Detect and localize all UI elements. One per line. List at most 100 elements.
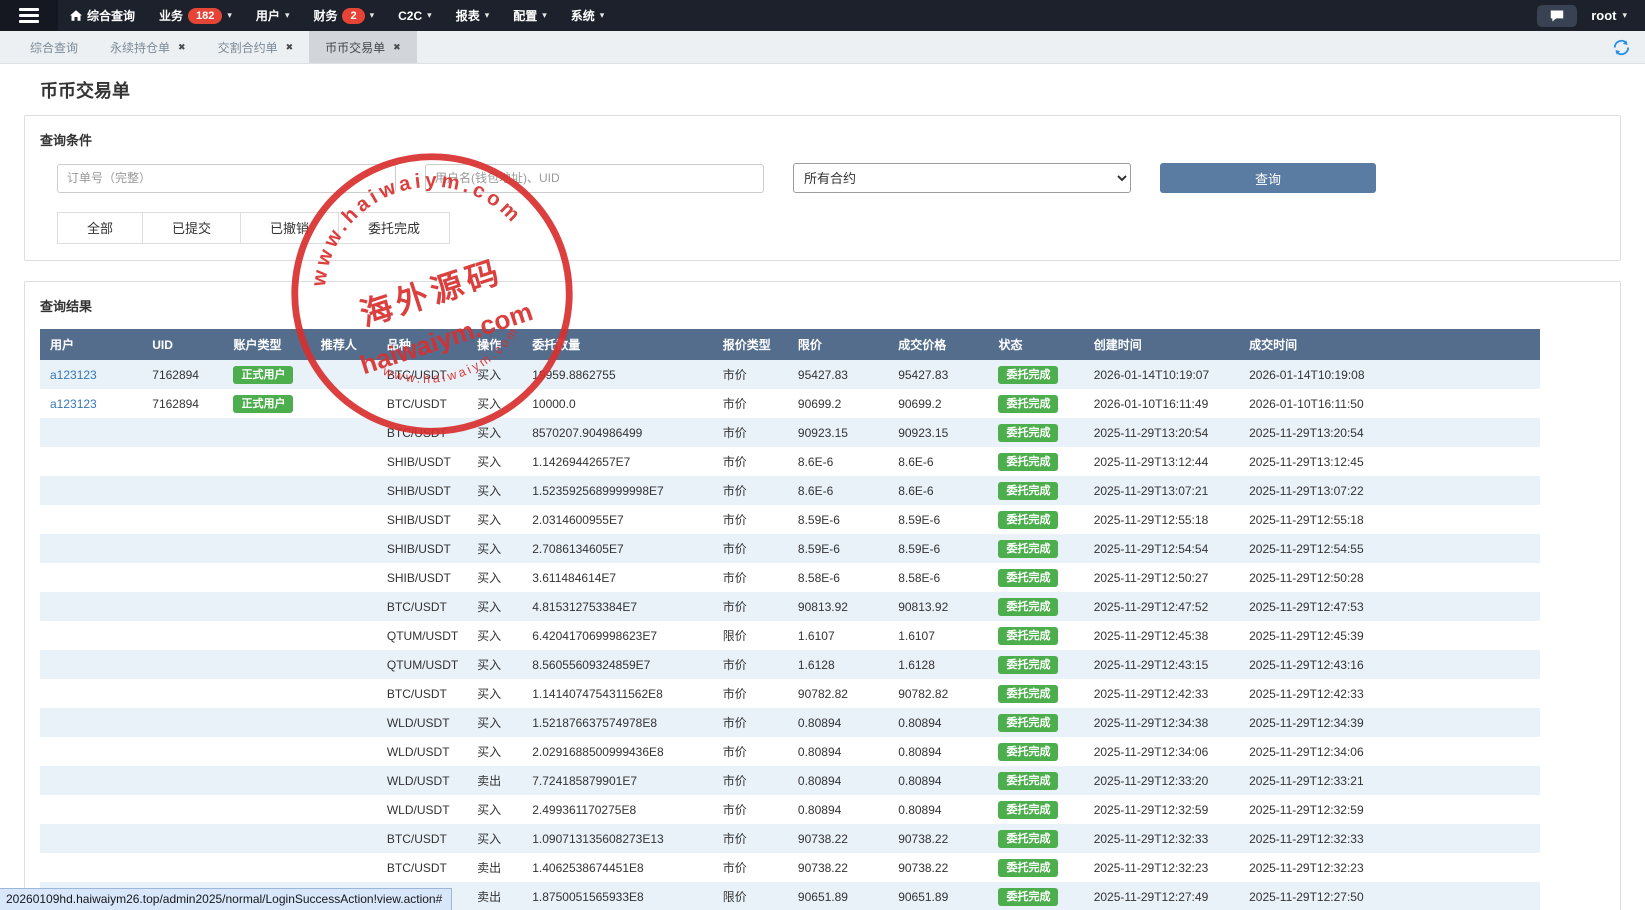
cell-status: 委托完成	[988, 737, 1083, 766]
cell-amount: 7.724185879901E7	[522, 766, 713, 795]
cell-limit-price: 0.80894	[788, 737, 888, 766]
cell-deal-price: 8.6E-6	[888, 476, 988, 505]
search-button[interactable]: 查询	[1160, 163, 1376, 193]
status-filter-tab[interactable]: 全部	[57, 212, 143, 244]
nav-menu-item[interactable]: 财务 2 ▾	[301, 0, 386, 31]
cell-created-time: 2025-11-29T12:32:23	[1084, 853, 1239, 882]
user-menu[interactable]: root ▾	[1591, 8, 1627, 23]
table-row[interactable]: SHIB/USDT 买入 1.14269442657E7 市价 8.6E-6 8…	[40, 447, 1540, 476]
cell-user: a123123	[40, 360, 142, 389]
status-filter-tab[interactable]: 已提交	[143, 212, 241, 244]
cell-status: 委托完成	[988, 389, 1083, 418]
table-row[interactable]: SHIB/USDT 买入 2.0314600955E7 市价 8.59E-6 8…	[40, 505, 1540, 534]
refresh-button[interactable]	[1612, 38, 1631, 62]
nav-menu-item[interactable]: 系统 ▾	[559, 0, 617, 31]
cell-extra	[1395, 418, 1540, 447]
table-row[interactable]: SHIB/USDT 买入 2.7086134605E7 市价 8.59E-6 8…	[40, 534, 1540, 563]
cell-user	[40, 766, 142, 795]
cell-uid: 7162894	[142, 360, 223, 389]
user-link[interactable]: a123123	[50, 368, 97, 382]
cell-created-time: 2025-11-29T12:47:52	[1084, 592, 1239, 621]
status-filter-tab[interactable]: 委托完成	[339, 212, 450, 244]
cell-side: 卖出	[467, 853, 522, 882]
cell-account-type	[223, 766, 310, 795]
table-row[interactable]: QTUM/USDT 买入 6.420417069998623E7 限价 1.61…	[40, 621, 1540, 650]
table-row[interactable]: BTC/USDT 买入 1.1414074754311562E8 市价 9078…	[40, 679, 1540, 708]
cell-status: 委托完成	[988, 592, 1083, 621]
cell-extra	[1395, 621, 1540, 650]
table-row[interactable]: BTC/USDT 买入 4.815312753384E7 市价 90813.92…	[40, 592, 1540, 621]
cell-amount: 1.1414074754311562E8	[522, 679, 713, 708]
cell-limit-price: 90782.82	[788, 679, 888, 708]
table-row[interactable]: a123123 7162894 正式用户 BTC/USDT 买入 19959.8…	[40, 360, 1540, 389]
cell-created-time: 2025-11-29T13:07:21	[1084, 476, 1239, 505]
cell-price-type: 市价	[713, 418, 788, 447]
nav-menu-item[interactable]: 用户 ▾	[244, 0, 302, 31]
cell-symbol: BTC/USDT	[377, 418, 467, 447]
status-badge: 委托完成	[998, 888, 1058, 906]
tab-close-icon[interactable]: ✖	[286, 42, 294, 53]
table-row[interactable]: BTC/USDT 买入 1.090713135608273E13 市价 9073…	[40, 824, 1540, 853]
status-badge: 委托完成	[998, 598, 1058, 616]
cell-amount: 2.0314600955E7	[522, 505, 713, 534]
tab-close-icon[interactable]: ✖	[393, 42, 401, 53]
table-row[interactable]: BTC/USDT 买入 8570207.904986499 市价 90923.1…	[40, 418, 1540, 447]
cell-price-type: 市价	[713, 853, 788, 882]
order-number-input[interactable]	[57, 164, 396, 193]
status-badge: 委托完成	[998, 627, 1058, 645]
cell-extra	[1395, 853, 1540, 882]
cell-deal-price: 0.80894	[888, 766, 988, 795]
cell-limit-price: 90651.89	[788, 882, 888, 910]
cell-side: 买入	[467, 650, 522, 679]
table-row[interactable]: QTUM/USDT 买入 8.56055609324859E7 市价 1.612…	[40, 650, 1540, 679]
hamburger-menu-button[interactable]	[0, 0, 58, 31]
cell-price-type: 市价	[713, 592, 788, 621]
cell-deal-price: 90699.2	[888, 389, 988, 418]
nav-menu-item[interactable]: 报表 ▾	[444, 0, 502, 31]
table-row[interactable]: SHIB/USDT 买入 3.611484614E7 市价 8.58E-6 8.…	[40, 563, 1540, 592]
cell-user	[40, 534, 142, 563]
cell-status: 委托完成	[988, 476, 1083, 505]
username-input[interactable]	[425, 164, 764, 193]
workspace-tab[interactable]: 永续持仓单 ✖	[94, 31, 202, 63]
cell-status: 委托完成	[988, 708, 1083, 737]
nav-menu-item[interactable]: 综合查询	[58, 0, 147, 31]
cell-dealt-time: 2025-11-29T12:55:18	[1239, 505, 1394, 534]
table-row[interactable]: WLD/USDT 买入 1.521876637574978E8 市价 0.808…	[40, 708, 1540, 737]
caret-down-icon: ▾	[542, 10, 547, 21]
table-row[interactable]: WLD/USDT 买入 2.0291688500999436E8 市价 0.80…	[40, 737, 1540, 766]
caret-down-icon: ▾	[600, 10, 605, 21]
column-header: 委托数量	[522, 329, 713, 360]
cell-amount: 19959.8862755	[522, 360, 713, 389]
cell-referrer	[311, 795, 377, 824]
user-link[interactable]: a123123	[50, 397, 97, 411]
workspace-tab[interactable]: 交割合约单 ✖	[202, 31, 310, 63]
cell-referrer	[311, 360, 377, 389]
nav-menu-item[interactable]: C2C ▾	[386, 0, 444, 31]
open-tabs: 综合查询 永续持仓单 ✖ 交割合约单 ✖ 币币交易单 ✖	[14, 31, 417, 63]
cell-dealt-time: 2026-01-10T16:11:50	[1239, 389, 1394, 418]
nav-menu-item[interactable]: 配置 ▾	[501, 0, 559, 31]
cell-referrer	[311, 534, 377, 563]
cell-limit-price: 1.6107	[788, 621, 888, 650]
column-header: 限价	[788, 329, 888, 360]
cell-referrer	[311, 418, 377, 447]
tab-close-icon[interactable]: ✖	[178, 42, 186, 53]
table-row[interactable]: SHIB/USDT 买入 1.5235925689999998E7 市价 8.6…	[40, 476, 1540, 505]
table-row[interactable]: a123123 7162894 正式用户 BTC/USDT 买入 10000.0…	[40, 389, 1540, 418]
cell-user	[40, 708, 142, 737]
contract-select[interactable]: 所有合约	[793, 163, 1131, 193]
table-row[interactable]: WLD/USDT 卖出 7.724185879901E7 市价 0.80894 …	[40, 766, 1540, 795]
table-row[interactable]: WLD/USDT 买入 2.499361170275E8 市价 0.80894 …	[40, 795, 1540, 824]
cell-created-time: 2025-11-29T12:42:33	[1084, 679, 1239, 708]
caret-down-icon: ▾	[227, 10, 232, 21]
workspace-tab[interactable]: 币币交易单 ✖	[309, 31, 417, 63]
nav-menu-item[interactable]: 业务 182 ▾	[147, 0, 244, 31]
table-row[interactable]: BTC/USDT 卖出 1.4062538674451E8 市价 90738.2…	[40, 853, 1540, 882]
status-filter-tab[interactable]: 已撤销	[241, 212, 339, 244]
cell-user	[40, 563, 142, 592]
cell-limit-price: 8.59E-6	[788, 505, 888, 534]
workspace-tab[interactable]: 综合查询	[14, 31, 94, 63]
messages-button[interactable]	[1537, 5, 1577, 27]
cell-extra	[1395, 650, 1540, 679]
